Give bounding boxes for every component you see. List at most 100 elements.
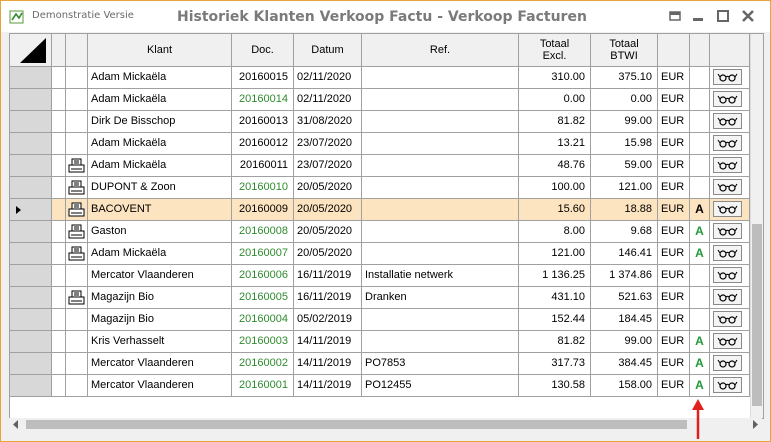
row-header[interactable] xyxy=(10,331,52,353)
table-row[interactable]: Kris Verhasselt 20160003 14/11/2019 81.82 99… xyxy=(10,331,750,353)
doc-cell-text: 20160009 xyxy=(239,203,288,215)
row-header[interactable] xyxy=(10,243,52,265)
view-invoice-button[interactable] xyxy=(713,201,742,217)
table-row[interactable]: DUPONT & Zoon 20160010 20/05/2020 100.00 121… xyxy=(10,177,750,199)
view-invoice-button[interactable] xyxy=(713,377,742,393)
excl-cell-text: 81.82 xyxy=(557,335,585,347)
table-row[interactable]: Magazijn Bio 20160005 16/11/2019 Dranken 431… xyxy=(10,287,750,309)
table-row[interactable]: Dirk De Bisschop 20160013 31/08/2020 81.82 9… xyxy=(10,111,750,133)
col-header-currency xyxy=(658,34,690,67)
app-icon xyxy=(9,10,24,24)
maximize-icon[interactable] xyxy=(716,9,730,23)
view-invoice-button[interactable] xyxy=(713,333,742,349)
scroll-right-icon[interactable] xyxy=(751,420,759,429)
table-row[interactable]: Mercator Vlaanderen 20160001 14/11/2019 PO1… xyxy=(10,375,750,397)
view-invoice-button[interactable] xyxy=(713,157,742,173)
close-icon[interactable] xyxy=(741,9,755,23)
row-header[interactable] xyxy=(10,375,52,397)
btwi-cell: 384.45 xyxy=(591,353,658,375)
doc-cell-text: 20160010 xyxy=(239,181,288,193)
table-row[interactable]: Magazijn Bio 20160004 05/02/2019 152.44 184.… xyxy=(10,309,750,331)
table-row[interactable]: Mercator Vlaanderen 20160006 16/11/2019 Ins… xyxy=(10,265,750,287)
view-invoice-button[interactable] xyxy=(713,289,742,305)
btwi-cell-text: 59.00 xyxy=(624,159,652,171)
currency-cell-text: EUR xyxy=(661,379,685,391)
table-row[interactable]: Adam Mickaëla 20160007 20/05/2020 121.00 146… xyxy=(10,243,750,265)
restore-layout-icon[interactable] xyxy=(668,9,682,23)
currency-cell: EUR xyxy=(658,309,690,331)
printer-icon xyxy=(68,180,85,195)
table-row[interactable]: Mercator Vlaanderen 20160002 14/11/2019 PO7… xyxy=(10,353,750,375)
minimize-icon[interactable] xyxy=(691,9,705,23)
row-header[interactable] xyxy=(10,155,52,177)
col-header-datum[interactable]: Datum xyxy=(294,34,362,67)
view-invoice-button[interactable] xyxy=(713,69,742,85)
klant-cell: Dirk De Bisschop xyxy=(88,111,232,133)
currency-cell: EUR xyxy=(658,199,690,221)
view-invoice-button[interactable] xyxy=(713,113,742,129)
btwi-cell-text: 146.41 xyxy=(618,247,652,259)
row-header[interactable] xyxy=(10,111,52,133)
klant-cell-text: Adam Mickaëla xyxy=(91,137,167,149)
table-row[interactable]: BACOVENT 20160009 20/05/2020 15.60 18.88 EUR A xyxy=(10,199,750,221)
status-cell xyxy=(52,265,66,287)
view-invoice-button[interactable] xyxy=(713,311,742,327)
col-header-totaal-btwi-line1: Totaal xyxy=(609,38,639,50)
excl-cell: 1 136.25 xyxy=(519,265,591,287)
vertical-scroll-thumb[interactable] xyxy=(752,224,762,406)
table-row[interactable]: Adam Mickaëla 20160011 23/07/2020 48.76 59.0… xyxy=(10,155,750,177)
col-header-totaal-excl[interactable]: Totaal Excl. xyxy=(519,34,591,67)
view-cell xyxy=(710,67,750,89)
row-header[interactable] xyxy=(10,177,52,199)
datum-cell: 16/11/2019 xyxy=(294,287,362,309)
btwi-cell-text: 18.88 xyxy=(624,203,652,215)
vertical-scrollbar[interactable] xyxy=(750,34,763,418)
doc-cell-text: 20160005 xyxy=(239,291,288,303)
excl-cell-text: 121.00 xyxy=(551,247,585,259)
col-header-klant[interactable]: Klant xyxy=(88,34,232,67)
currency-cell-text: EUR xyxy=(661,291,685,303)
table-row[interactable]: Adam Mickaëla 20160012 23/07/2020 13.21 15.9… xyxy=(10,133,750,155)
row-header[interactable] xyxy=(10,221,52,243)
ref-cell-text: PO7853 xyxy=(365,357,406,369)
table-row[interactable]: Gaston 20160008 20/05/2020 8.00 9.68 EUR A xyxy=(10,221,750,243)
btwi-cell-text: 184.45 xyxy=(618,313,652,325)
btwi-cell: 18.88 xyxy=(591,199,658,221)
table-row[interactable]: Adam Mickaëla 20160015 02/11/2020 310.00 375… xyxy=(10,67,750,89)
row-header[interactable] xyxy=(10,67,52,89)
datum-cell: 05/02/2019 xyxy=(294,309,362,331)
red-arrow-icon xyxy=(692,399,704,439)
col-header-doc[interactable]: Doc. xyxy=(232,34,294,67)
select-all-corner[interactable] xyxy=(10,34,52,67)
view-invoice-button[interactable] xyxy=(713,135,742,151)
currency-cell: EUR xyxy=(658,67,690,89)
doc-cell: 20160004 xyxy=(232,309,294,331)
view-invoice-button[interactable] xyxy=(713,91,742,107)
row-header[interactable] xyxy=(10,89,52,111)
col-header-totaal-btwi[interactable]: Totaal BTWI xyxy=(591,34,658,67)
klant-cell-text: Mercator Vlaanderen xyxy=(91,357,194,369)
table-row[interactable]: Adam Mickaëla 20160014 02/11/2020 0.00 0.00 E… xyxy=(10,89,750,111)
view-invoice-button[interactable] xyxy=(713,245,742,261)
currency-cell: EUR xyxy=(658,265,690,287)
view-cell xyxy=(710,89,750,111)
view-invoice-button[interactable] xyxy=(713,179,742,195)
col-header-ref[interactable]: Ref. xyxy=(362,34,519,67)
row-header[interactable] xyxy=(10,133,52,155)
view-invoice-button[interactable] xyxy=(713,267,742,283)
row-header[interactable] xyxy=(10,287,52,309)
print-cell xyxy=(66,111,88,133)
view-invoice-button[interactable] xyxy=(713,355,742,371)
view-invoice-button[interactable] xyxy=(713,223,742,239)
scroll-left-icon[interactable] xyxy=(12,420,20,429)
row-header[interactable] xyxy=(10,309,52,331)
horizontal-scrollbar[interactable] xyxy=(9,418,762,431)
excl-cell-text: 317.73 xyxy=(551,357,585,369)
excl-cell: 121.00 xyxy=(519,243,591,265)
row-header[interactable] xyxy=(10,265,52,287)
btwi-cell-text: 0.00 xyxy=(630,93,652,105)
row-header[interactable] xyxy=(10,199,52,221)
horizontal-scroll-thumb[interactable] xyxy=(26,420,687,429)
row-header[interactable] xyxy=(10,353,52,375)
doc-cell: 20160001 xyxy=(232,375,294,397)
